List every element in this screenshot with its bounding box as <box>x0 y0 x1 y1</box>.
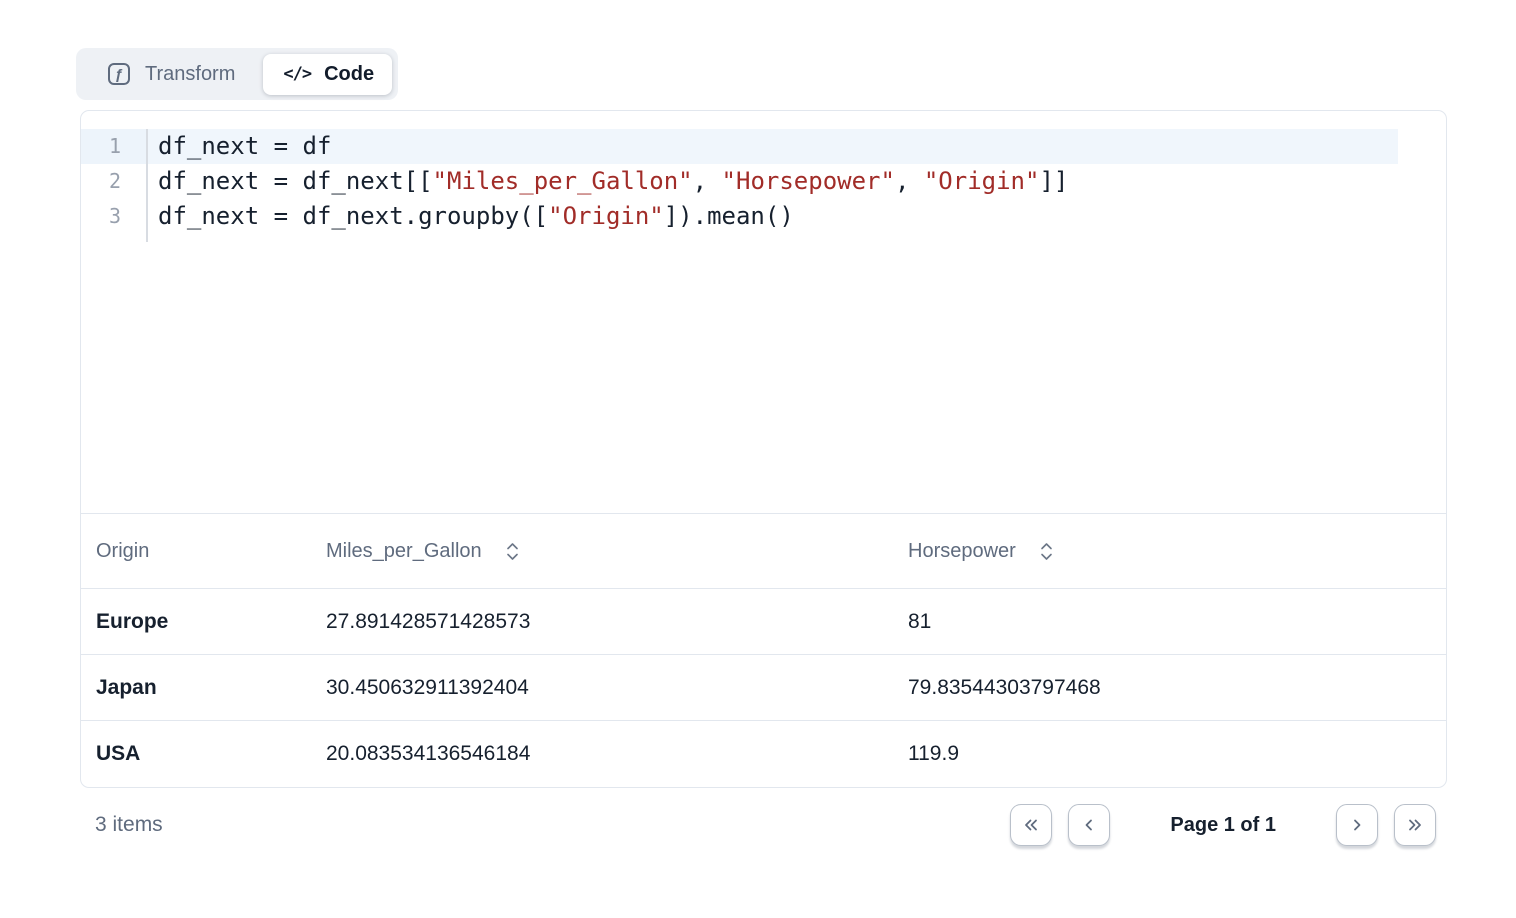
chevron-left-icon <box>1081 817 1097 833</box>
code-token: ]).mean() <box>664 202 794 230</box>
code-line-content[interactable]: df_next = df_next.groupby(["Origin"]).me… <box>148 199 1398 234</box>
column-header-origin-label: Origin <box>96 540 149 563</box>
table-row: USA20.083534136546184119.9 <box>81 721 1446 787</box>
cell-horsepower: 79.83544303797468 <box>892 676 1446 700</box>
page-indicator: Page 1 of 1 <box>1170 814 1276 837</box>
code-line-content[interactable]: df_next = df_next[["Miles_per_Gallon", "… <box>148 164 1398 199</box>
function-icon: ƒ <box>108 63 130 85</box>
code-line[interactable]: 1 df_next = df <box>81 129 1446 164</box>
cell-origin: Japan <box>81 676 311 700</box>
cell-miles-per-gallon: 30.450632911392404 <box>311 676 892 700</box>
cell-miles-per-gallon: 27.891428571428573 <box>311 610 892 634</box>
cell-origin: Europe <box>81 610 311 634</box>
tab-transform-label: Transform <box>145 63 235 86</box>
cell-miles-per-gallon: 20.083534136546184 <box>311 742 892 766</box>
tab-code-label: Code <box>324 63 374 86</box>
table-row: Europe27.89142857142857381 <box>81 589 1446 655</box>
column-header-origin: Origin <box>81 540 311 563</box>
code-line[interactable]: 2df_next = df_next[["Miles_per_Gallon", … <box>81 164 1446 199</box>
cell-horsepower: 81 <box>892 610 1446 634</box>
code-token: df_next = df <box>158 132 331 160</box>
cell-horsepower: 119.9 <box>892 742 1446 766</box>
code-token: , <box>895 167 924 195</box>
chevrons-left-icon <box>1022 817 1040 833</box>
code-token: df_next = df_next[[ <box>158 167 433 195</box>
sort-toggle-icon[interactable] <box>504 541 521 562</box>
table-row: Japan30.45063291139240479.83544303797468 <box>81 655 1446 721</box>
string-token: "Horsepower" <box>722 167 895 195</box>
first-page-button[interactable] <box>1010 804 1052 846</box>
line-number: 3 <box>81 199 148 234</box>
string-token: "Miles_per_Gallon" <box>433 167 693 195</box>
table-body: Europe27.89142857142857381Japan30.450632… <box>81 589 1446 787</box>
code-line-content[interactable]: df_next = df <box>148 129 1398 164</box>
code-token: , <box>693 167 722 195</box>
code-editor[interactable]: 1df_next = df2df_next = df_next[["Miles_… <box>81 111 1446 513</box>
column-header-miles-per-gallon: Miles_per_Gallon <box>311 540 892 563</box>
sort-toggle-icon[interactable] <box>1038 541 1055 562</box>
next-page-button[interactable] <box>1336 804 1378 846</box>
tab-code[interactable]: </> Code <box>263 54 392 95</box>
code-token: df_next = df_next.groupby([ <box>158 202 548 230</box>
line-number: 2 <box>81 164 148 199</box>
code-token: ]] <box>1039 167 1068 195</box>
transform-panel: 1df_next = df2df_next = df_next[["Miles_… <box>80 110 1447 788</box>
gutter-tail <box>81 234 148 242</box>
previous-page-button[interactable] <box>1068 804 1110 846</box>
chevron-right-icon <box>1349 817 1365 833</box>
table-header-row: Origin Miles_per_Gallon Horsepower <box>81 513 1446 589</box>
code-brackets-icon: </> <box>283 64 311 84</box>
cell-origin: USA <box>81 742 311 766</box>
column-header-horsepower-label: Horsepower <box>908 540 1016 563</box>
code-lines: 1df_next = df2df_next = df_next[["Miles_… <box>81 129 1446 242</box>
pagination: Page 1 of 1 <box>1010 804 1447 846</box>
last-page-button[interactable] <box>1394 804 1436 846</box>
string-token: "Origin" <box>548 202 664 230</box>
string-token: "Origin" <box>924 167 1040 195</box>
column-header-miles-per-gallon-label: Miles_per_Gallon <box>326 540 482 563</box>
line-number: 1 <box>81 129 148 164</box>
view-tab-bar: ƒ Transform </> Code <box>76 48 398 100</box>
code-line[interactable]: 3df_next = df_next.groupby(["Origin"]).m… <box>81 199 1446 234</box>
column-header-horsepower: Horsepower <box>892 540 1446 563</box>
chevrons-right-icon <box>1406 817 1424 833</box>
tab-transform[interactable]: ƒ Transform <box>76 48 263 100</box>
items-count: 3 items <box>95 813 163 837</box>
table-footer: 3 items Page 1 of 1 <box>80 802 1447 848</box>
